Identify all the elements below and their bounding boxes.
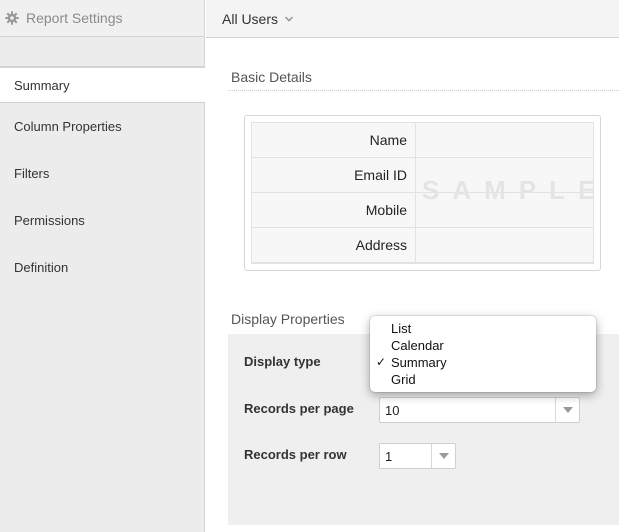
sidebar-title: Report Settings: [26, 10, 123, 26]
table-row: Name: [252, 123, 593, 158]
checkmark-icon: ✓: [376, 355, 387, 369]
sidebar-item-label: Column Properties: [14, 119, 122, 134]
sidebar-spacer: [0, 37, 204, 67]
records-per-row-label: Records per row: [244, 447, 347, 462]
display-type-dropdown[interactable]: List Calendar ✓ Summary Grid: [370, 316, 596, 392]
display-type-option-calendar[interactable]: Calendar: [370, 337, 596, 354]
basic-details-title: Basic Details: [231, 69, 312, 85]
sidebar-item-label: Summary: [14, 77, 70, 93]
user-filter-label: All Users: [222, 10, 279, 27]
display-type-option-summary[interactable]: ✓ Summary: [370, 354, 596, 371]
table-row: Address: [252, 228, 593, 263]
chevron-down-icon: [431, 444, 455, 468]
display-type-option-list[interactable]: List: [370, 320, 596, 337]
field-value: [416, 158, 593, 192]
basic-details-preview: Name Email ID Mobile Address SAMPLE: [244, 115, 601, 271]
field-label: Name: [252, 123, 416, 157]
sidebar-item-definition[interactable]: Definition: [0, 244, 204, 291]
sidebar-item-label: Permissions: [14, 213, 85, 228]
sidebar-item-summary[interactable]: Summary: [0, 67, 205, 103]
display-type-option-grid[interactable]: Grid: [370, 371, 596, 388]
records-per-row-select[interactable]: 1: [379, 443, 456, 469]
display-properties-title: Display Properties: [231, 311, 345, 327]
table-row: Mobile: [252, 193, 593, 228]
sidebar-header: Report Settings: [0, 0, 204, 37]
topbar: All Users: [206, 0, 619, 38]
field-value: [416, 123, 593, 157]
sidebar-item-label: Filters: [14, 166, 50, 181]
sidebar-item-permissions[interactable]: Permissions: [0, 197, 204, 244]
records-per-page-select[interactable]: 10: [379, 397, 580, 423]
table-row: Email ID: [252, 158, 593, 193]
user-filter-dropdown[interactable]: All Users: [222, 10, 294, 27]
records-per-row-value: 1: [385, 448, 393, 464]
sidebar: Report Settings Summary Column Propertie…: [0, 0, 205, 532]
section-divider: [228, 90, 619, 91]
field-value: [416, 228, 593, 262]
option-label: Calendar: [391, 338, 444, 353]
option-label: List: [391, 321, 412, 336]
field-label: Email ID: [252, 158, 416, 192]
option-label: Summary: [391, 355, 447, 370]
field-label: Mobile: [252, 193, 416, 227]
gear-icon: [5, 11, 19, 25]
details-table: Name Email ID Mobile Address SAMPLE: [251, 122, 595, 264]
option-label: Grid: [391, 372, 416, 387]
chevron-down-icon: [555, 398, 579, 422]
records-per-page-value: 10: [385, 402, 400, 418]
chevron-down-icon: [285, 15, 294, 22]
sidebar-item-column-properties[interactable]: Column Properties: [0, 103, 204, 150]
display-type-label: Display type: [244, 354, 321, 369]
sidebar-item-label: Definition: [14, 260, 69, 275]
sidebar-item-filters[interactable]: Filters: [0, 150, 204, 197]
field-value: [416, 193, 593, 227]
records-per-page-label: Records per page: [244, 401, 354, 416]
field-label: Address: [252, 228, 416, 262]
